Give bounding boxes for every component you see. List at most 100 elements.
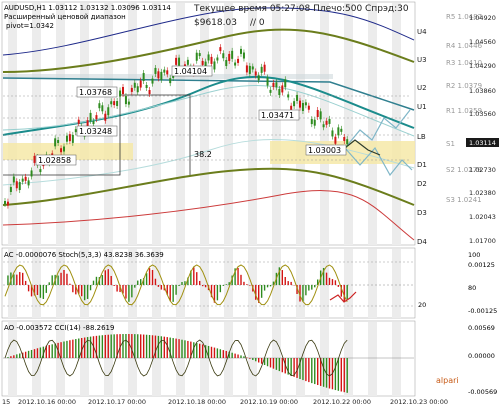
bull-candle [124,96,127,105]
bear-candle [325,120,328,125]
time-tick: 15 [2,398,10,406]
bull-candle [169,78,172,84]
bull-candle [310,119,313,125]
bull-candle [116,101,119,107]
session-band [200,322,209,396]
session-band [152,3,161,245]
axis-tick: 1.02043 [469,213,496,221]
bull-candle [63,146,65,152]
bull-candle [222,53,225,59]
ac-axis-tick: 0.00125 [468,261,495,269]
bear-candle [245,65,248,73]
counter: // 0 [250,18,265,28]
label-high: 1.04104 [174,67,207,76]
ac-axis: 100 0.00125 80 -0.00125 20 [418,251,497,315]
time-tick: 2012.10.23 00:00 [390,398,448,406]
bear-candle [33,155,36,163]
bull-candle [12,176,15,183]
session-band [320,322,329,396]
level-d2: D2 [417,180,427,188]
bull-candle [322,124,325,128]
bear-candle [334,136,337,144]
bull-candle [127,101,130,105]
bull-candle [195,52,198,61]
bull-candle [293,101,296,107]
bull-candle [269,89,272,93]
bull-candle [74,129,77,133]
session-band [296,249,305,318]
session-band [392,249,401,318]
ao-axis-tick: 0.00569 [468,324,495,332]
session-band [296,3,305,245]
bear-candle [228,53,231,61]
server-time: Текущее время 05:27:08 Плечо:500 Спрэд:3… [193,4,409,14]
axis-tick: 1.04560 [469,38,496,46]
bull-candle [57,139,60,143]
session-band [224,3,233,245]
bull-candle [346,139,349,145]
bull-candle [9,186,12,192]
bear-candle [122,87,124,95]
level-d3: D3 [417,209,427,217]
session-band [56,322,65,396]
bull-candle [101,105,104,112]
session-band [32,249,41,318]
session-band [176,3,185,245]
level-d1: D1 [417,161,427,169]
bear-candle [272,82,275,87]
session-band [104,3,113,245]
axis-tick: 1.01700 [469,237,496,245]
bear-candle [316,109,319,117]
session-band [320,249,329,318]
ao-axis: 0.00569 0.00000 -0.00569 [468,324,497,396]
bull-candle [207,54,210,61]
ac-axis-tick: 100 [468,251,480,259]
bull-candle [257,75,260,81]
bull-candle [301,102,304,111]
bear-candle [237,58,240,63]
bear-candle [299,100,301,108]
label-resistance: 1.03768 [79,88,112,97]
bull-candle [71,134,74,143]
bear-candle [24,176,27,181]
bear-candle [77,119,80,124]
bull-candle [18,182,21,191]
bear-candle [139,80,142,88]
indicator-name: Расширенный ценовой диапазон [4,13,126,21]
time-tick: 2012.10.17 00:00 [88,398,146,406]
bull-candle [21,178,24,182]
bull-candle [98,103,101,109]
bull-candle [296,94,299,101]
ao-title: AO -0.003572 CCI(14) -88.2619 [4,324,114,332]
bear-candle [113,101,116,106]
time-tick: 2012.10.18 00:00 [168,398,226,406]
bull-candle [198,53,201,57]
bear-candle [343,136,346,141]
bull-candle [337,127,340,136]
level-u2: U2 [417,84,427,92]
session-band [152,249,161,318]
bull-candle [313,119,316,126]
session-band [176,249,185,318]
bull-candle [331,130,334,137]
chart-window: AUDUSD,H1 1.03112 1.03132 1.03096 1.0311… [0,0,500,408]
bull-candle [136,86,139,93]
session-band [368,249,377,318]
ac-title: AC -0.0000076 Stoch(5,3,3) 43.8238 36.36… [4,251,164,259]
balance: $9618.03 [194,18,237,28]
session-band [32,322,41,396]
bull-candle [107,107,110,116]
bull-candle [275,82,278,88]
bear-candle [254,71,257,76]
session-band [56,3,65,245]
level-lb: LB [417,133,426,141]
bull-candle [225,60,228,67]
bear-candle [290,105,293,110]
bear-candle [157,71,160,79]
bull-candle [160,71,163,80]
bear-candle [60,148,63,153]
bull-candle [110,101,113,105]
session-band [344,322,353,396]
fibo-label: 38.2 [194,150,212,159]
time-tick: 2012.10.16 00:00 [18,398,76,406]
